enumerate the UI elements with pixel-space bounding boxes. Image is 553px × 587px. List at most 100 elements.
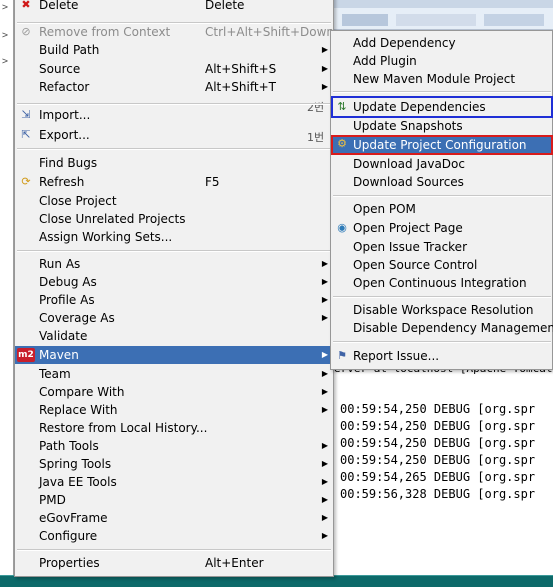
menu-item-path-tools[interactable]: Path Tools ▶ [15,437,333,455]
menu-item-maven[interactable]: m2 Maven ▶ [15,346,333,364]
menu-item-refresh[interactable]: ⟳ Refresh F5 [15,173,333,191]
menu-item-properties[interactable]: Properties Alt+Enter [15,554,333,572]
menu-item-run-as[interactable]: Run As ▶ [15,255,333,273]
menu-separator [333,195,551,197]
submenu-arrow-icon: ▶ [321,531,329,540]
submenu-item-download-javadoc[interactable]: Download JavaDoc [331,155,553,173]
menu-item-configure[interactable]: Configure ▶ [15,527,333,545]
report-issue-icon: ⚑ [337,349,347,362]
maven-submenu: Add Dependency Add Plugin New Maven Modu… [330,30,553,370]
submenu-arrow-icon: ▶ [321,441,329,450]
menu-item-refactor[interactable]: Refactor Alt+Shift+T ▶ [15,78,333,96]
menu-item-debug-as[interactable]: Debug As ▶ [15,273,333,291]
submenu-item-open-continuous-integration[interactable]: Open Continuous Integration [331,274,553,292]
menu-item-find-bugs[interactable]: Find Bugs [15,154,333,172]
submenu-item-add-plugin[interactable]: Add Plugin [331,52,553,70]
log-line: 00:59:54,265 DEBUG [org.spr [340,470,536,484]
submenu-item-disable-workspace-resolution[interactable]: Disable Workspace Resolution [331,301,553,319]
submenu-arrow-icon: ▶ [321,313,329,322]
menu-item-assign-working-sets[interactable]: Assign Working Sets... [15,228,333,246]
menu-item-team[interactable]: Team ▶ [15,365,333,383]
console-view: erver at localhost [Apache Tomcat] C:\ 0… [334,361,553,575]
submenu-item-report-issue[interactable]: ⚑ Report Issue... [331,347,553,365]
log-line: 00:59:56,328 DEBUG [org.spr [340,487,536,501]
menu-item-remove-from-context[interactable]: ⊘ Remove from Context Ctrl+Alt+Shift+Dow… [15,23,334,41]
menu-item-pmd[interactable]: PMD ▶ [15,491,333,509]
menu-item-coverage-as[interactable]: Coverage As ▶ [15,309,333,327]
menu-item-delete[interactable]: ✖ Delete Delete [15,0,333,14]
submenu-item-disable-dependency-management[interactable]: Disable Dependency Management [331,319,553,337]
menu-item-close-unrelated-projects[interactable]: Close Unrelated Projects [15,210,333,228]
log-line: 00:59:54,250 DEBUG [org.spr [340,436,536,450]
update-configuration-icon: ⚙ [337,137,347,150]
tree-expand-icon[interactable]: > [2,30,8,41]
menu-item-source[interactable]: Source Alt+Shift+S ▶ [15,60,333,78]
menu-item-spring-tools[interactable]: Spring Tools ▶ [15,455,333,473]
submenu-arrow-icon: ▶ [321,82,329,91]
editor-tab[interactable] [396,14,476,26]
submenu-arrow-icon: ▶ [321,477,329,486]
submenu-item-new-maven-module-project[interactable]: New Maven Module Project [331,70,553,88]
menu-item-replace-with[interactable]: Replace With ▶ [15,401,333,419]
submenu-item-download-sources[interactable]: Download Sources [331,173,553,191]
menu-separator [17,250,331,252]
submenu-item-update-dependencies[interactable]: ⇅ Update Dependencies [331,96,553,118]
menu-item-close-project[interactable]: Close Project [15,192,333,210]
menu-item-egovframe[interactable]: eGovFrame ▶ [15,509,333,527]
menu-item-build-path[interactable]: Build Path ▶ [15,41,333,59]
menu-separator [17,103,331,105]
tree-expand-icon[interactable]: > [2,56,8,67]
update-dependencies-icon: ⇅ [337,100,347,113]
menu-separator [17,148,331,150]
menu-item-profile-as[interactable]: Profile As ▶ [15,291,333,309]
menu-separator [333,341,551,343]
submenu-item-open-issue-tracker[interactable]: Open Issue Tracker [331,238,553,256]
submenu-item-open-source-control[interactable]: Open Source Control [331,256,553,274]
submenu-item-open-project-page[interactable]: ◉ Open Project Page [331,219,553,237]
globe-icon: ◉ [337,221,347,234]
menu-separator [17,549,331,551]
submenu-arrow-icon: ▶ [321,459,329,468]
submenu-arrow-icon: ▶ [321,405,329,414]
project-context-menu: ✖ Delete Delete ⊘ Remove from Context Ct… [14,0,334,577]
menu-item-restore-from-local-history[interactable]: Restore from Local History... [15,419,333,437]
submenu-arrow-icon: ▶ [321,64,329,73]
log-line: 00:59:54,250 DEBUG [org.spr [340,453,536,467]
submenu-arrow-icon: ▶ [321,45,329,54]
submenu-arrow-icon: ▶ [321,295,329,304]
editor-tab[interactable] [484,14,544,26]
submenu-arrow-icon: ▶ [321,350,329,359]
maven-m2-icon: m2 [17,348,35,362]
menu-item-import[interactable]: ⇲ Import... [15,106,333,124]
import-icon: ⇲ [21,108,31,121]
submenu-arrow-icon: ▶ [321,387,329,396]
submenu-arrow-icon: ▶ [321,495,329,504]
project-explorer-strip: > > > [0,0,14,575]
log-line: 00:59:54,250 DEBUG [org.spr [340,402,536,416]
export-icon: ⇱ [21,128,31,141]
submenu-arrow-icon: ▶ [321,369,329,378]
submenu-arrow-icon: ▶ [321,259,329,268]
menu-separator [333,296,551,298]
menu-item-export[interactable]: ⇱ Export... [15,126,333,144]
submenu-item-open-pom[interactable]: Open POM [331,200,553,218]
delete-icon: ✖ [21,0,31,11]
submenu-item-update-project-configuration[interactable]: ⚙ Update Project Configuration [331,135,553,155]
remove-context-icon: ⊘ [21,25,31,38]
menu-item-compare-with[interactable]: Compare With ▶ [15,383,333,401]
menu-item-java-ee-tools[interactable]: Java EE Tools ▶ [15,473,333,491]
menu-separator [333,91,551,93]
menu-item-validate[interactable]: Validate [15,327,333,345]
submenu-arrow-icon: ▶ [321,513,329,522]
log-line: 00:59:54,250 DEBUG [org.spr [340,419,536,433]
editor-tab-area [334,0,553,30]
editor-tab[interactable] [342,14,388,26]
tree-expand-icon[interactable]: > [2,2,8,13]
annotation-note-1: 1번 [307,131,325,144]
editor-tab-strip [334,0,553,8]
submenu-item-add-dependency[interactable]: Add Dependency [331,34,553,52]
console-log: 00:59:54,250 DEBUG [org.spr 00:59:54,250… [340,401,553,503]
refresh-icon: ⟳ [21,175,31,188]
submenu-arrow-icon: ▶ [321,277,329,286]
submenu-item-update-snapshots[interactable]: Update Snapshots [331,117,553,135]
